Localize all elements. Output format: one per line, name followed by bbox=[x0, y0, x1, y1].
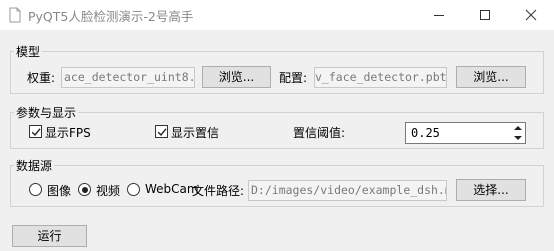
maximize-icon bbox=[480, 10, 490, 20]
radio-selected-dot bbox=[81, 186, 88, 193]
threshold-spinbox[interactable]: 0.25 bbox=[405, 122, 526, 144]
source-radio-image-label[interactable]: 图像 bbox=[47, 182, 71, 199]
weights-browse-button[interactable]: 浏览... bbox=[202, 66, 271, 88]
source-radio-video-label[interactable]: 视频 bbox=[96, 182, 120, 199]
weights-path-value: ace_detector_uint8.pb bbox=[64, 70, 195, 84]
source-radio-image[interactable] bbox=[29, 183, 42, 196]
minimize-icon bbox=[434, 15, 444, 16]
python-app-icon bbox=[9, 7, 21, 23]
arrow-up-icon bbox=[514, 126, 522, 130]
minimize-button[interactable] bbox=[416, 0, 462, 30]
arrow-down-icon bbox=[514, 136, 522, 140]
weights-path-field[interactable]: ace_detector_uint8.pb bbox=[61, 67, 195, 88]
source-radio-webcam-label[interactable]: WebCam bbox=[145, 182, 199, 196]
spin-up-button[interactable] bbox=[511, 123, 525, 133]
app-window: PyQT5人脸检测演示-2号高手 模型 权重: ace_detector_uin… bbox=[0, 0, 554, 251]
checkmark-icon bbox=[31, 128, 41, 137]
config-path-value: v_face_detector.pbtxt bbox=[315, 70, 447, 84]
title-bar[interactable]: PyQT5人脸检测演示-2号高手 bbox=[0, 0, 554, 30]
close-button[interactable] bbox=[508, 0, 554, 30]
show-confidence-label[interactable]: 显示置信 bbox=[171, 124, 219, 141]
source-radio-webcam[interactable] bbox=[127, 183, 140, 196]
params-group-title: 参数与显示 bbox=[14, 104, 79, 121]
weights-label: 权重: bbox=[27, 71, 56, 85]
close-icon bbox=[525, 9, 537, 21]
show-fps-label[interactable]: 显示FPS bbox=[45, 124, 91, 141]
file-path-value: D:/images/video/example_dsh.mp4 bbox=[251, 183, 447, 197]
threshold-value: 0.25 bbox=[411, 126, 440, 140]
file-path-field[interactable]: D:/images/video/example_dsh.mp4 bbox=[248, 180, 447, 201]
source-radio-video[interactable] bbox=[78, 183, 91, 196]
spin-down-button[interactable] bbox=[511, 133, 525, 143]
show-confidence-checkbox[interactable] bbox=[155, 125, 168, 138]
checkmark-icon bbox=[157, 128, 167, 137]
config-label: 配置: bbox=[279, 71, 308, 85]
config-browse-button[interactable]: 浏览... bbox=[456, 66, 526, 88]
run-button[interactable]: 运行 bbox=[12, 225, 87, 247]
show-fps-checkbox[interactable] bbox=[29, 125, 42, 138]
source-group-title: 数据源 bbox=[14, 157, 55, 174]
threshold-label: 置信阈值: bbox=[293, 126, 346, 140]
model-group-title: 模型 bbox=[14, 43, 43, 60]
maximize-button[interactable] bbox=[462, 0, 508, 30]
file-path-label: 文件路径: bbox=[192, 184, 245, 198]
select-file-button[interactable]: 选择... bbox=[456, 179, 526, 201]
window-title: PyQT5人脸检测演示-2号高手 bbox=[28, 9, 194, 24]
config-path-field[interactable]: v_face_detector.pbtxt bbox=[314, 67, 447, 88]
